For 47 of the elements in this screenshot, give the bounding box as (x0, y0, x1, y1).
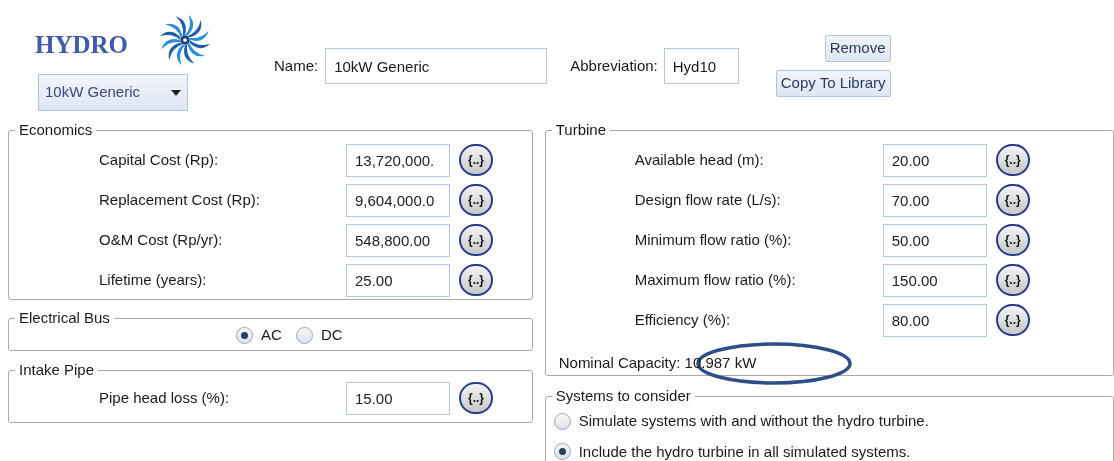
field-label: Design flow rate (L/s): (634, 189, 782, 210)
group-title: Turbine (554, 122, 607, 138)
sensitivity-button[interactable]: {..} (459, 184, 493, 216)
field-label: Capital Cost (Rp): (99, 149, 220, 170)
name-label: Name: (274, 55, 319, 76)
radio-label: Include the hydro turbine in all simulated systems. (578, 441, 911, 461)
sensitivity-button[interactable]: {..} (459, 264, 493, 296)
radio-label: DC (320, 325, 343, 345)
radio-label: Simulate systems with and without the hydro turbine. (578, 411, 929, 431)
field-label: Minimum flow ratio (%): (634, 229, 793, 250)
field-label: Pipe head loss (%): (99, 387, 231, 408)
sensitivity-button[interactable]: {..} (995, 144, 1030, 176)
sensitivity-button[interactable]: {..} (459, 224, 493, 256)
sensitivity-button[interactable]: {..} (995, 264, 1030, 296)
field-label: Lifetime (years): (99, 269, 208, 290)
name-field[interactable]: 10kW Generic (325, 48, 548, 84)
value-field[interactable]: 25.00 (346, 263, 450, 297)
value-field[interactable]: 13,720,000. (346, 143, 450, 177)
value-field[interactable]: 548,800.00 (346, 223, 450, 257)
preset-dropdown[interactable]: 10kW Generic (38, 74, 188, 111)
app-title: HYDRO (35, 30, 129, 61)
field-label: O&M Cost (Rp/yr): (99, 229, 224, 250)
value-field[interactable]: 150.00 (882, 263, 987, 297)
field-label: Available head (m): (634, 149, 765, 170)
group-title: Intake Pipe (18, 362, 96, 378)
group-title: Systems to consider (554, 388, 692, 404)
action-button[interactable]: Copy To Library (775, 70, 891, 97)
group-title: Electrical Bus (18, 310, 111, 326)
action-button[interactable]: Remove (824, 35, 891, 62)
field-label: Efficiency (%): (634, 309, 732, 330)
sensitivity-button[interactable]: {..} (995, 184, 1030, 216)
sensitivity-button[interactable]: {..} (995, 224, 1030, 256)
value-field[interactable]: 9,604,000.0 (346, 183, 450, 217)
value-field[interactable]: 20.00 (882, 143, 987, 177)
value-field[interactable]: 50.00 (882, 223, 987, 257)
sensitivity-button[interactable]: {..} (995, 304, 1030, 336)
group-title: Economics (18, 122, 94, 138)
value-field[interactable]: 80.00 (882, 303, 987, 337)
value-field[interactable]: 15.00 (346, 381, 450, 415)
value-field[interactable]: 70.00 (882, 183, 987, 217)
field-label: Maximum flow ratio (%): (634, 269, 797, 290)
field-label: Replacement Cost (Rp): (99, 189, 261, 210)
sensitivity-button[interactable]: {..} (459, 144, 493, 176)
abbreviation-field[interactable]: Hyd10 (663, 48, 739, 84)
abbreviation-label: Abbreviation: (570, 55, 658, 76)
sensitivity-button[interactable]: {..} (459, 382, 493, 414)
radio-label: AC (261, 325, 282, 345)
